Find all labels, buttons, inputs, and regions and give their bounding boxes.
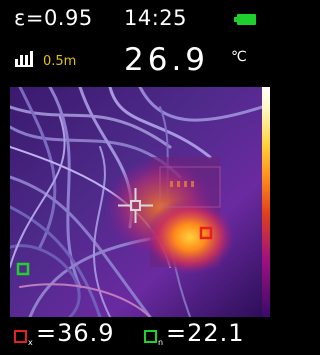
max-subscript: x (28, 338, 33, 347)
temperature-unit: ℃ (231, 49, 247, 65)
min-marker-icon (144, 330, 157, 343)
distance-signal-icon (15, 51, 33, 67)
min-subscript: n (158, 338, 164, 347)
distance-value: 0.5m (43, 54, 77, 69)
thermal-camera-screen: ε=0.95 14:25 0.5m 26.9 ℃ x =36.9 n =22.1 (10, 0, 270, 355)
min-temperature: =22.1 (166, 319, 245, 347)
thermal-image-canvas (10, 87, 262, 317)
thermal-image (10, 87, 262, 317)
clock: 14:25 (124, 6, 188, 30)
battery-full-icon (234, 14, 256, 25)
emissivity-value: ε=0.95 (14, 6, 93, 30)
max-marker-icon (14, 330, 27, 343)
temperature-color-scale (262, 87, 270, 317)
status-bar: ε=0.95 14:25 (10, 6, 262, 36)
min-max-readouts: x =36.9 n =22.1 (10, 319, 262, 351)
measurement-row: 0.5m 26.9 ℃ (10, 40, 262, 80)
center-temperature: 26.9 (124, 42, 210, 78)
max-temperature: =36.9 (36, 319, 115, 347)
